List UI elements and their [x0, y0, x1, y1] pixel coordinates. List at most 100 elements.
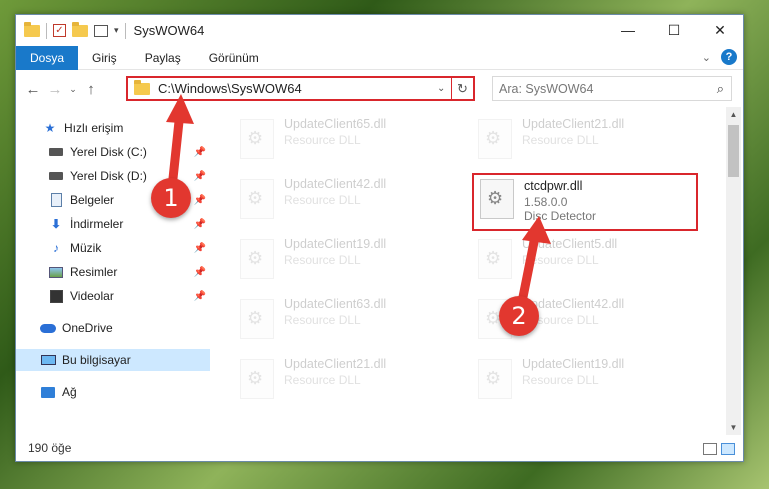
up-arrow-icon[interactable]: ↑: [80, 81, 102, 98]
tab-file[interactable]: Dosya: [16, 45, 79, 70]
pin-icon[interactable]: 📌: [194, 267, 206, 278]
pin-icon[interactable]: 📌: [194, 195, 206, 206]
file-name: UpdateClient19.dll: [284, 237, 387, 251]
scroll-thumb[interactable]: [728, 125, 739, 177]
pin-icon[interactable]: 📌: [194, 243, 206, 254]
nav-label: Yerel Disk (C:): [70, 145, 147, 159]
file-item[interactable]: UpdateClient5.dll Resource DLL: [478, 237, 698, 291]
nav-label: OneDrive: [62, 321, 113, 335]
nav-item-music[interactable]: ♪ Müzik 📌: [16, 237, 210, 259]
window-title: SysWOW64: [133, 23, 205, 38]
nav-network[interactable]: Ağ: [16, 381, 210, 403]
file-name: UpdateClient5.dll: [522, 237, 618, 251]
maximize-button[interactable]: ☐: [651, 15, 697, 45]
window-controls: — ☐ ✕: [605, 15, 743, 45]
dll-file-icon: [478, 119, 512, 159]
folder-icon[interactable]: [24, 21, 40, 37]
back-arrow-icon[interactable]: ←: [22, 81, 44, 98]
drive-icon: [49, 172, 63, 180]
address-path[interactable]: C:\Windows\SysWOW64: [158, 81, 437, 96]
scroll-up-icon[interactable]: ▲: [726, 107, 741, 122]
minimize-button[interactable]: —: [605, 15, 651, 45]
nav-item-downloads[interactable]: ⬇ İndirmeler 📌: [16, 213, 210, 235]
status-bar: 190 öğe: [16, 435, 743, 461]
file-name: UpdateClient65.dll: [284, 117, 387, 131]
file-item[interactable]: UpdateClient42.dll Resource DLL: [240, 177, 460, 231]
dll-file-icon: [240, 179, 274, 219]
dll-file-icon: [240, 359, 274, 399]
scroll-down-icon[interactable]: ▼: [726, 420, 741, 435]
nav-onedrive[interactable]: OneDrive: [16, 317, 210, 339]
pin-icon[interactable]: 📌: [194, 219, 206, 230]
quick-access-toolbar: ✓ ▾: [16, 21, 126, 39]
new-folder-icon[interactable]: [72, 21, 88, 37]
highlighted-file-item[interactable]: ctcdpwr.dll 1.58.0.0Disc Detector: [472, 173, 698, 231]
nav-label: Bu bilgisayar: [62, 353, 131, 367]
file-name: UpdateClient21.dll: [284, 357, 387, 371]
pin-icon[interactable]: 📌: [194, 171, 206, 182]
documents-icon: [50, 193, 62, 207]
customize-toolbar-icon[interactable]: ▾: [114, 25, 119, 36]
tiles-view-icon[interactable]: [721, 443, 735, 455]
tab-share[interactable]: Paylaş: [131, 46, 195, 70]
download-icon: ⬇: [50, 217, 62, 231]
address-bar[interactable]: C:\Windows\SysWOW64 ⌄ ↻: [126, 76, 475, 101]
file-item[interactable]: UpdateClient21.dll Resource DLL: [240, 357, 460, 411]
file-item[interactable]: UpdateClient21.dll Resource DLL: [478, 117, 698, 171]
nav-this-pc[interactable]: Bu bilgisayar: [16, 349, 210, 371]
address-folder-icon: [134, 79, 150, 95]
refresh-icon[interactable]: ↻: [451, 78, 473, 99]
dll-file-icon: [240, 119, 274, 159]
expand-ribbon-icon[interactable]: ⌄: [702, 51, 711, 64]
address-dropdown-icon[interactable]: ⌄: [437, 83, 451, 94]
vertical-scrollbar[interactable]: ▲ ▼: [726, 107, 741, 435]
nav-item-videos[interactable]: Videolar 📌: [16, 285, 210, 307]
nav-item-local-disk-c[interactable]: Yerel Disk (C:) 📌: [16, 141, 210, 163]
item-count: 190 öğe: [28, 441, 72, 455]
videos-icon: [49, 289, 63, 303]
file-type: Resource DLL: [522, 253, 599, 267]
tab-home[interactable]: Giriş: [78, 46, 131, 70]
file-item[interactable]: UpdateClient63.dll Resource DLL: [240, 297, 460, 351]
nav-label: Ağ: [62, 385, 77, 399]
ribbon-tabs: Dosya Giriş Paylaş Görünüm ⌄ ?: [16, 45, 743, 70]
recent-locations-icon[interactable]: ⌄: [66, 84, 80, 95]
dll-file-icon: [240, 239, 274, 279]
file-name: UpdateClient19.dll: [522, 357, 625, 371]
help-icon[interactable]: ?: [721, 49, 737, 65]
search-input[interactable]: Ara: SysWOW64 ⌕: [492, 76, 732, 101]
nav-label: İndirmeler: [70, 217, 124, 231]
file-type: Disc Detector: [524, 209, 597, 223]
onedrive-icon: [40, 323, 56, 333]
dll-file-icon: [478, 239, 512, 279]
close-button[interactable]: ✕: [697, 15, 743, 45]
search-icon[interactable]: ⌕: [717, 81, 724, 97]
file-type: Resource DLL: [284, 193, 361, 207]
file-type: Resource DLL: [284, 373, 361, 387]
callout-badge-1: 1: [151, 178, 191, 218]
file-name: UpdateClient63.dll: [284, 297, 387, 311]
file-item[interactable]: UpdateClient65.dll Resource DLL: [240, 117, 460, 171]
computer-icon: [40, 355, 56, 365]
file-item[interactable]: UpdateClient19.dll Resource DLL: [478, 357, 698, 411]
properties-icon[interactable]: [94, 24, 108, 37]
forward-arrow-icon[interactable]: →: [44, 81, 66, 98]
navigation-row: ← → ⌄ ↑ C:\Windows\SysWOW64 ⌄ ↻ Ara: Sys…: [16, 75, 743, 103]
file-name: UpdateClient42.dll: [284, 177, 387, 191]
tab-view[interactable]: Görünüm: [195, 46, 273, 70]
details-view-icon[interactable]: [703, 443, 717, 455]
file-version: 1.58.0.0: [524, 195, 568, 209]
pin-icon[interactable]: 📌: [194, 291, 206, 302]
music-icon: ♪: [53, 241, 59, 255]
drive-icon: [49, 148, 63, 156]
nav-quick-access[interactable]: ★ Hızlı erişim: [16, 117, 210, 139]
file-name: UpdateClient21.dll: [522, 117, 625, 131]
file-item[interactable]: UpdateClient19.dll Resource DLL: [240, 237, 460, 291]
dll-file-icon: [478, 359, 512, 399]
nav-label: Yerel Disk (D:): [70, 169, 147, 183]
pin-icon[interactable]: 📌: [194, 147, 206, 158]
explorer-window: ✓ ▾ SysWOW64 — ☐ ✕ Dosya Giriş Paylaş Gö…: [15, 14, 744, 462]
title-bar: ✓ ▾ SysWOW64 — ☐ ✕: [16, 15, 743, 46]
properties-check-icon[interactable]: ✓: [53, 24, 66, 37]
nav-item-pictures[interactable]: Resimler 📌: [16, 261, 210, 283]
